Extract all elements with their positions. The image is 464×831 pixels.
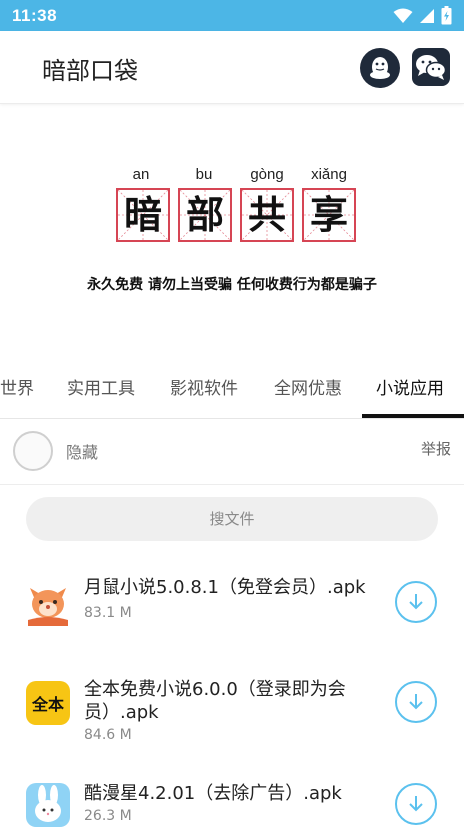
mouse-novel-icon [26, 582, 70, 626]
file-size: 83.1 M [84, 605, 132, 621]
file-size: 26.3 M [84, 808, 132, 824]
pinyin-4: xiǎng [311, 166, 347, 183]
file-name: 酷漫星4.2.01（去除广告）.apk [84, 783, 342, 804]
wechat-icon [416, 55, 447, 80]
tab-indicator [362, 414, 464, 418]
pinyin-2: bu [195, 166, 213, 183]
app-title: 暗部口袋 [42, 57, 138, 85]
search-input[interactable]: 搜文件 [26, 497, 438, 541]
pinyin-row: an bu gòng xiǎng [113, 166, 357, 186]
file-name: 全本免费小说6.0.0（登录即为会员）.apk [84, 679, 346, 723]
pinyin-1: an [132, 166, 150, 183]
download-button[interactable] [395, 681, 437, 723]
pinyin-3: gòng [250, 166, 284, 183]
status-bar: 11:38 [0, 0, 464, 31]
download-icon [409, 594, 423, 610]
char-1: 暗 [123, 192, 162, 237]
app-bar: 暗部口袋 [0, 31, 464, 104]
char-box-2: 部 [178, 188, 232, 242]
file-size: 84.6 M [84, 727, 132, 743]
download-button[interactable] [395, 581, 437, 623]
download-icon [409, 796, 423, 812]
char-4: 享 [309, 192, 348, 237]
status-icons [393, 6, 452, 25]
char-3: 共 [247, 192, 286, 237]
wifi-icon [393, 8, 413, 23]
tab-world[interactable]: 世界 [0, 362, 34, 418]
slogan-text: 永久免费 请勿上当受骗 任何收费行为都是骗子 [87, 277, 377, 293]
char-2: 部 [185, 192, 224, 237]
wechat-button[interactable] [412, 48, 450, 86]
file-name: 月鼠小说5.0.8.1（免登会员）.apk [84, 577, 366, 598]
char-box-3: 共 [240, 188, 294, 242]
rabbit-icon [26, 783, 70, 827]
battery-icon [441, 6, 452, 25]
tab-video[interactable]: 影视软件 [170, 362, 238, 418]
avatar[interactable] [13, 431, 53, 471]
tab-novel[interactable]: 小说应用 [376, 362, 444, 418]
char-box-1: 暗 [116, 188, 170, 242]
quanben-icon-text: 全本 [31, 695, 64, 714]
download-button[interactable] [395, 783, 437, 825]
signal-icon [420, 8, 434, 23]
report-button[interactable]: 举报 [421, 438, 451, 459]
hide-button[interactable]: 隐藏 [66, 439, 98, 463]
qq-button[interactable] [360, 48, 400, 88]
tab-deals[interactable]: 全网优惠 [274, 362, 342, 418]
banner: an bu gòng xiǎng 暗 部 共 享 永久免费 请勿上当受骗 任何收… [0, 104, 464, 362]
uploader-row: 隐藏 举报 [0, 420, 464, 485]
status-time: 11:38 [12, 5, 58, 25]
char-box-4: 享 [302, 188, 356, 242]
tab-tools[interactable]: 实用工具 [67, 362, 135, 418]
download-icon [409, 694, 423, 710]
qq-icon [370, 57, 390, 79]
category-tabs: 世界 实用工具 影视软件 全网优惠 小说应用 [0, 362, 464, 419]
quanben-icon: 全本 [26, 681, 70, 725]
